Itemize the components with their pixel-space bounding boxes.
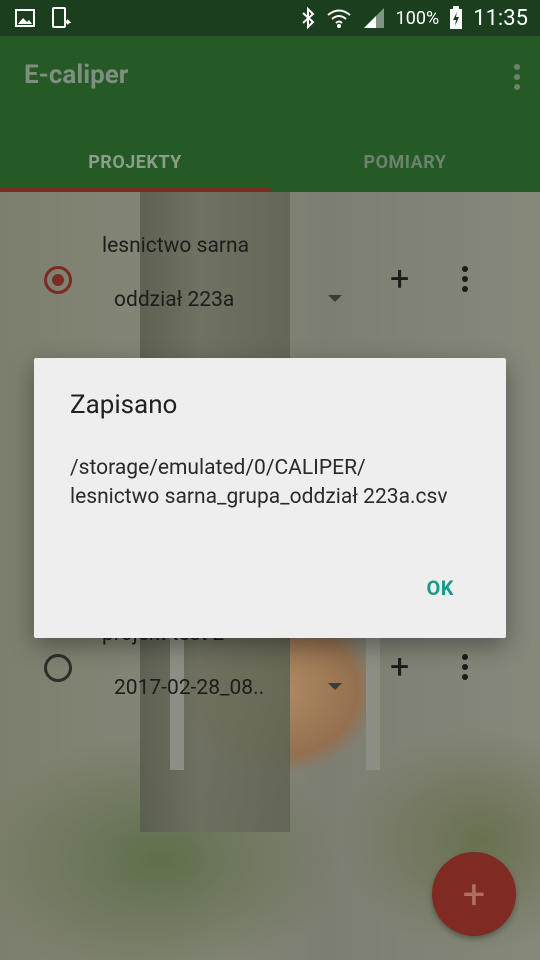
saved-dialog: Zapisano /storage/emulated/0/CALIPER/ le…	[34, 358, 506, 638]
dialog-message: /storage/emulated/0/CALIPER/ lesnictwo s…	[70, 456, 448, 509]
ok-button[interactable]: OK	[426, 576, 454, 600]
dialog-title: Zapisano	[70, 390, 178, 420]
